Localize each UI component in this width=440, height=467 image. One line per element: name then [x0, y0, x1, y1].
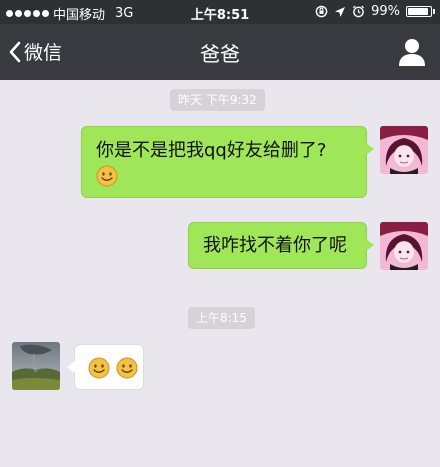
status-right: 99% — [315, 4, 435, 19]
landscape-photo-avatar-icon — [12, 342, 60, 390]
my-avatar[interactable] — [380, 222, 428, 270]
alarm-icon — [353, 5, 365, 18]
battery-percent: 99% — [371, 4, 400, 19]
message-text: 你是不是把我qq好友给删了? — [96, 140, 327, 161]
smile-emoji-icon — [96, 165, 118, 187]
orientation-lock-icon — [315, 5, 328, 18]
chat-area[interactable]: 昨天 下午9:32 你是不是把我qq好友给删了? 我咋找不着你了呢 上午8:15 — [0, 80, 440, 467]
timestamp: 昨天 下午9:32 — [170, 89, 265, 111]
message-text: 我咋找不着你了呢 — [203, 235, 347, 256]
timestamp: 上午8:15 — [188, 307, 255, 329]
network-type: 3G — [115, 6, 134, 21]
outgoing-message-bubble[interactable]: 我咋找不着你了呢 — [188, 222, 374, 269]
status-left: 中国移动 3G — [6, 4, 133, 23]
status-bar: 中国移动 3G 上午8:51 99% — [0, 0, 440, 24]
location-icon — [335, 6, 346, 17]
chat-title: 爸爸 — [200, 42, 240, 66]
smile-emoji-icon — [116, 357, 138, 379]
signal-strength-icon — [6, 10, 49, 17]
person-icon[interactable] — [398, 37, 426, 67]
anime-girl-avatar-icon — [380, 126, 428, 174]
my-avatar[interactable] — [380, 126, 428, 174]
outgoing-message-bubble[interactable]: 你是不是把我qq好友给删了? — [81, 126, 374, 198]
battery-icon — [406, 6, 435, 17]
contact-avatar[interactable] — [12, 342, 60, 390]
carrier-name: 中国移动 — [53, 8, 106, 23]
nav-bar: 微信 爸爸 — [0, 24, 440, 80]
back-button[interactable]: 微信 — [8, 38, 62, 65]
anime-girl-avatar-icon — [380, 222, 428, 270]
chevron-left-icon — [9, 41, 21, 62]
back-label: 微信 — [24, 42, 63, 64]
smile-emoji-icon — [88, 357, 110, 379]
incoming-message-bubble[interactable] — [67, 344, 144, 390]
